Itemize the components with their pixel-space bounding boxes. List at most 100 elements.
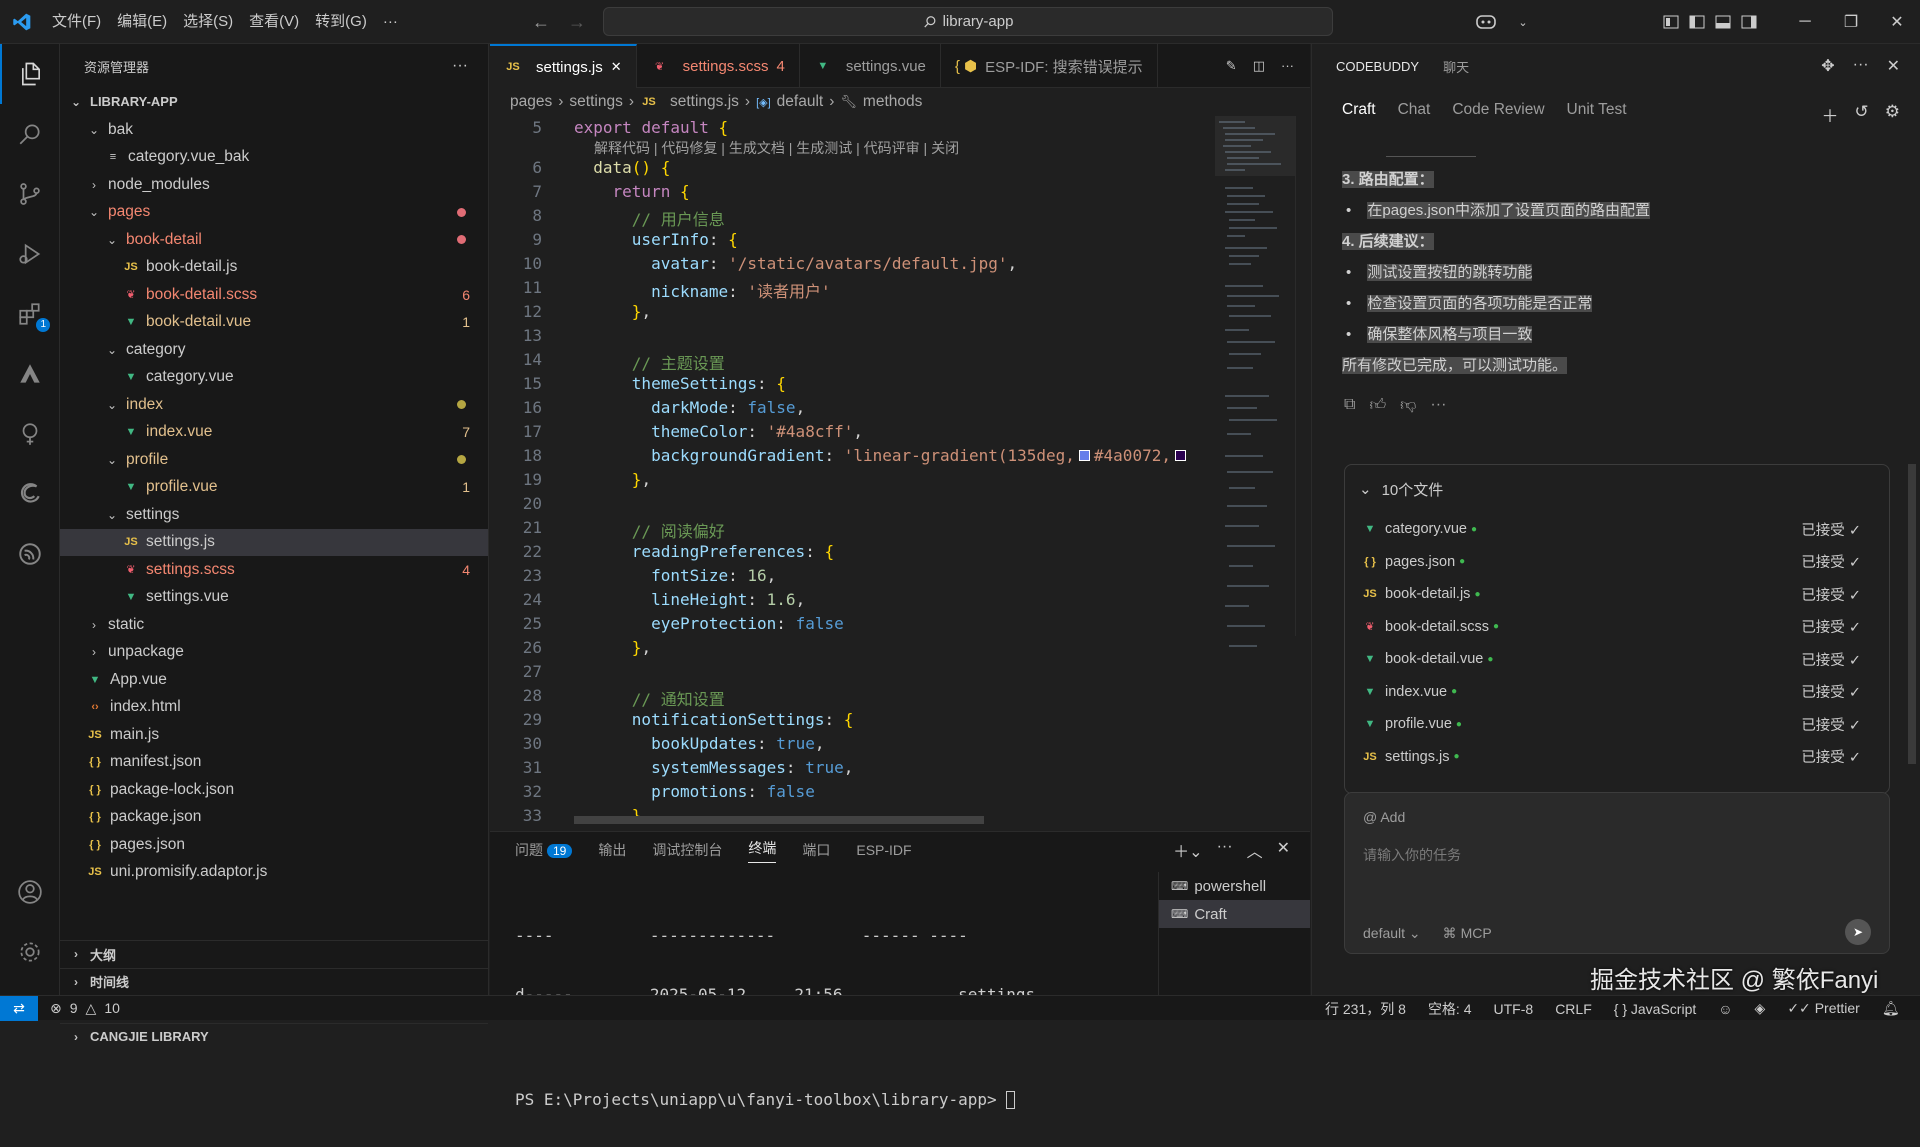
editor-scrollbar[interactable]	[1295, 116, 1309, 636]
tree-item[interactable]: ❦ settings.scss 4	[60, 556, 488, 583]
thumbs-down-icon[interactable]: 👎︎	[1400, 396, 1416, 415]
panel-tab[interactable]: 终端	[748, 838, 777, 863]
search-view-icon[interactable]	[0, 104, 60, 164]
sidebar-section[interactable]: › CANGJIE LIBRARY	[60, 1022, 488, 1050]
close-tab-icon[interactable]: ✕	[611, 59, 622, 75]
tree-item[interactable]: ⌄ book-detail	[60, 226, 488, 253]
workspace-root[interactable]: ⌄ LIBRARY-APP	[60, 88, 488, 115]
new-terminal-icon[interactable]: ＋⌄	[1173, 838, 1202, 862]
breadcrumb-item[interactable]: settings.js	[670, 93, 739, 111]
extensions-icon[interactable]: 1	[0, 284, 60, 344]
editor-more-icon[interactable]: ···	[1281, 58, 1294, 73]
new-task-icon[interactable]: ＋	[1822, 102, 1839, 127]
menu-item[interactable]: 编辑(E)	[109, 0, 175, 44]
tree-item[interactable]: ▼ category.vue	[60, 364, 488, 391]
mode-tab[interactable]: Craft	[1342, 101, 1376, 119]
tree-extension-icon[interactable]	[0, 404, 60, 464]
tree-item[interactable]: JS settings.js	[60, 528, 488, 556]
settings-icon[interactable]: ⚙	[1885, 102, 1900, 127]
accounts-icon[interactable]	[0, 862, 60, 922]
send-button[interactable]: ➤	[1845, 919, 1871, 945]
sidebar-section[interactable]: › 时间线	[60, 967, 488, 995]
tree-item[interactable]: { } package.json	[60, 804, 488, 831]
task-input[interactable]: 请输入你的任务	[1363, 845, 1461, 865]
codelens-actions[interactable]: 解释代码 | 代码修复 | 生成文档 | 生成测试 | 代码评审 | 关闭	[594, 138, 959, 158]
chat-title-tab[interactable]: 聊天	[1443, 57, 1469, 76]
panel-tab[interactable]: 调试控制台	[652, 840, 722, 860]
manage-gear-icon[interactable]	[0, 922, 60, 982]
tree-item[interactable]: { } package-lock.json	[60, 776, 488, 803]
codebuddy-title-tab[interactable]: CODEBUDDY	[1336, 59, 1419, 74]
tree-item[interactable]: ▼ settings.vue	[60, 584, 488, 611]
mcp-button[interactable]: ⌘ MCP	[1443, 925, 1492, 942]
panel-tab[interactable]: 问题 19	[515, 840, 573, 860]
codebuddy-status-icon[interactable]: ◈	[1755, 1000, 1766, 1017]
panel-more-icon[interactable]: ···	[1217, 838, 1233, 862]
language-mode[interactable]: { } JavaScript	[1614, 1001, 1697, 1017]
mode-tab[interactable]: Code Review	[1452, 101, 1544, 119]
minimap[interactable]	[1215, 116, 1295, 676]
copilot-icon[interactable]	[1464, 0, 1508, 44]
tree-item[interactable]: ▼ book-detail.vue 1	[60, 309, 488, 336]
editor-tab[interactable]: { ⬢ ESP-IDF: 搜索错误提示	[941, 44, 1158, 88]
changed-file-row[interactable]: ▼ book-detail.vue ● 已接受 ✓	[1345, 643, 1871, 675]
tree-item[interactable]: ▼ index.vue 7	[60, 419, 488, 446]
command-center-search[interactable]: library-app	[603, 7, 1333, 36]
tree-item[interactable]: ⌄ category	[60, 336, 488, 363]
run-debug-icon[interactable]	[0, 224, 60, 284]
tree-item[interactable]: ▼ App.vue	[60, 666, 488, 693]
terminal-instance[interactable]: ⌨ Craft	[1159, 900, 1310, 928]
breadcrumb-item[interactable]: pages	[510, 93, 552, 111]
tree-item[interactable]: ⌄ bak	[60, 116, 488, 143]
panel-tab[interactable]: 端口	[802, 840, 830, 860]
changed-file-row[interactable]: ▼ profile.vue ● 已接受 ✓	[1345, 708, 1871, 740]
editor-tab[interactable]: ▼ settings.vue	[800, 44, 941, 88]
tree-item[interactable]: JS uni.promisify.adaptor.js	[60, 859, 488, 886]
tree-item[interactable]: ▼ profile.vue 1	[60, 474, 488, 501]
code-editor[interactable]: 5 6 7 8 9 10 11 12 13 14 15 16 17 18 19 20 21 22 23 24 25 26 2…	[490, 116, 1225, 831]
editor-tab[interactable]: JS settings.js ✕	[490, 44, 637, 88]
restore-button[interactable]: ❐	[1828, 0, 1874, 44]
history-icon[interactable]: ↺	[1855, 102, 1869, 127]
problems-status[interactable]: ⊗ 9 △ 10	[50, 1000, 120, 1017]
files-header[interactable]: ⌄ 10个文件	[1345, 465, 1889, 513]
source-control-icon[interactable]	[0, 164, 60, 224]
copilot-dropdown-icon[interactable]: ⌄	[1508, 0, 1538, 44]
tree-item[interactable]: ‹› index.html	[60, 694, 488, 721]
changed-file-row[interactable]: JS book-detail.js ● 已接受 ✓	[1345, 578, 1871, 610]
indentation[interactable]: 空格: 4	[1428, 999, 1472, 1019]
customize-layout-icon[interactable]	[1658, 0, 1684, 44]
move-panel-icon[interactable]: ✥	[1821, 56, 1834, 76]
tree-item[interactable]: { } pages.json	[60, 831, 488, 858]
tree-item[interactable]: ⌄ index	[60, 391, 488, 418]
prettier-status[interactable]: ✓✓ Prettier	[1787, 1000, 1859, 1017]
remote-indicator-icon[interactable]: ⇄	[0, 995, 38, 1021]
tree-item[interactable]: ⌄ settings	[60, 501, 488, 528]
changed-file-row[interactable]: ▼ category.vue ● 已接受 ✓	[1345, 513, 1871, 545]
forward-arrow-icon[interactable]: →	[568, 12, 586, 33]
menu-item[interactable]: 文件(F)	[44, 0, 109, 44]
copy-icon[interactable]: ⧉	[1344, 396, 1355, 415]
menu-item[interactable]: 查看(V)	[241, 0, 307, 44]
edge-devtools-icon[interactable]	[0, 464, 60, 524]
tree-item[interactable]: ≡ category.vue_bak	[60, 144, 488, 171]
esp-idf-icon[interactable]	[0, 524, 60, 584]
tree-item[interactable]: › static	[60, 611, 488, 638]
toggle-panel-icon[interactable]	[1710, 0, 1736, 44]
mode-tab[interactable]: Unit Test	[1567, 101, 1627, 119]
model-select[interactable]: default ⌄	[1363, 925, 1421, 942]
sidebar-section[interactable]: › 大纲	[60, 940, 488, 967]
tree-item[interactable]: ⌄ pages	[60, 199, 488, 226]
tree-item[interactable]: › node_modules	[60, 171, 488, 198]
close-panel-icon[interactable]: ✕	[1277, 838, 1290, 862]
add-context-button[interactable]: @ Add	[1363, 809, 1405, 825]
notifications-bell-icon[interactable]: 🔔︎	[1882, 1000, 1900, 1017]
tree-item[interactable]: › unpackage	[60, 639, 488, 666]
more-actions-icon[interactable]: ···	[452, 57, 468, 75]
tree-item[interactable]: JS book-detail.js	[60, 254, 488, 281]
toggle-primary-sidebar-icon[interactable]	[1684, 0, 1710, 44]
terminal-instance[interactable]: ⌨ powershell	[1159, 872, 1310, 900]
tree-item[interactable]: ❦ book-detail.scss 6	[60, 281, 488, 308]
copilot-status-icon[interactable]: ☺	[1718, 1001, 1732, 1017]
split-editor-icon[interactable]: ◫	[1253, 58, 1265, 74]
